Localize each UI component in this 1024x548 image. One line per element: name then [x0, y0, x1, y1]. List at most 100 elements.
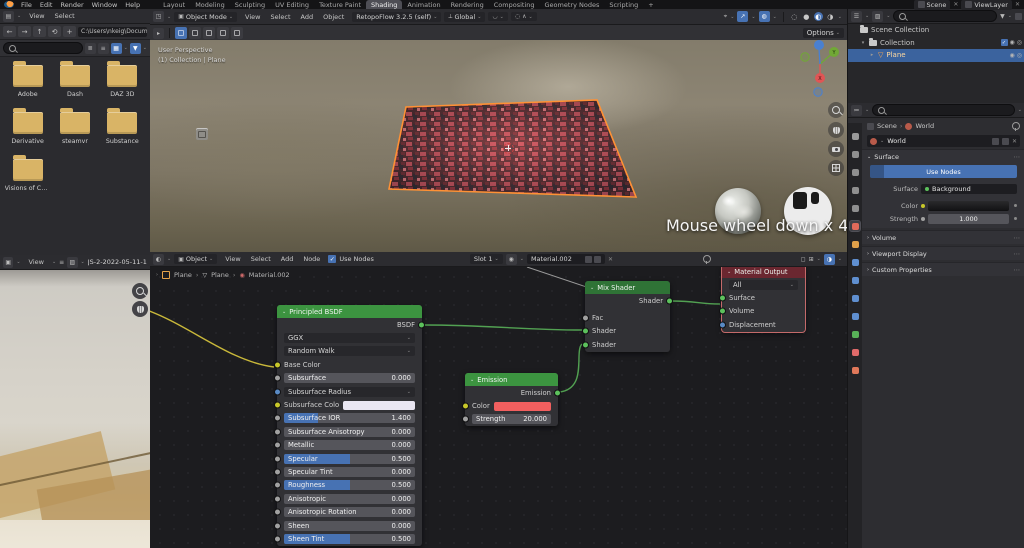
workspace-tab[interactable]: Shading	[366, 0, 402, 9]
node-input-row[interactable]: Anisotropic Rotation0.000	[277, 505, 422, 518]
breadcrumb-scene[interactable]: Scene	[877, 122, 897, 130]
editor-type-icon[interactable]: ▤	[3, 11, 14, 22]
editor-type-icon[interactable]: ◳	[153, 11, 164, 22]
proportional-editing-selector[interactable]: ◌∧⌄	[511, 12, 537, 21]
refresh-button[interactable]: ⟲	[48, 26, 61, 37]
node-value-slider[interactable]: Subsurface Anisotropy0.000	[284, 427, 415, 437]
filter-settings-chevron[interactable]: ⌄	[143, 45, 147, 51]
node-dropdown[interactable]: GGX⌄	[284, 333, 415, 343]
image-name[interactable]: JS-2-2022-05-11-15	[88, 258, 147, 266]
workspace-tab[interactable]: Animation	[402, 0, 445, 9]
workspace-tab[interactable]: Layout	[158, 0, 190, 9]
select-box-tool[interactable]	[175, 27, 187, 39]
workspace-tab[interactable]: UV Editing	[270, 0, 314, 9]
input-socket[interactable]	[274, 495, 281, 502]
image-canvas[interactable]	[0, 270, 150, 548]
collapsed-panel-header[interactable]: ›Volume⋯	[862, 231, 1024, 244]
input-socket[interactable]	[274, 428, 281, 435]
node-input-row[interactable]: Anisotropic0.000	[277, 492, 422, 505]
editor-type-icon[interactable]: ◐	[153, 254, 164, 265]
input-socket[interactable]	[719, 321, 726, 328]
input-socket[interactable]	[462, 403, 469, 410]
unlink-icon[interactable]: ✕	[1012, 138, 1017, 145]
workspace-tab[interactable]: Rendering	[446, 0, 489, 9]
display-vertical-list-icon[interactable]: ≣	[85, 43, 96, 54]
color-swatch[interactable]	[343, 401, 415, 410]
input-socket[interactable]	[462, 416, 469, 423]
node-principled-bsdf[interactable]: ⌄Principled BSDF BSDF GGX⌄ Rando	[277, 305, 422, 546]
node-value-slider[interactable]: Subsurface IOR1.400	[284, 413, 415, 423]
node-input-row[interactable]: Sheen Tint0.500	[277, 532, 422, 545]
outliner-row[interactable]: ▾ Collection ✓ ◉ ◎	[848, 37, 1024, 50]
properties-tab[interactable]	[850, 239, 860, 249]
node-input-row[interactable]: Displacement	[722, 318, 805, 331]
node-value-slider[interactable]: Strength20.000	[472, 414, 551, 424]
snapping-icon[interactable]: ◻	[801, 256, 806, 263]
pan-button[interactable]	[828, 122, 844, 138]
workspace-tab[interactable]: Geometry Nodes	[540, 0, 605, 9]
world-datablock-field[interactable]: ⌄ World ✕	[867, 135, 1020, 147]
material-slot-selector[interactable]: Slot 1⌄	[470, 254, 503, 264]
node-header[interactable]: ⌄Mix Shader	[585, 281, 670, 294]
input-socket[interactable]	[719, 308, 726, 315]
shader-editor-menu[interactable]: Node	[298, 255, 325, 263]
viewport-menu[interactable]: Select	[265, 13, 295, 21]
properties-tab[interactable]	[850, 275, 860, 285]
node-header[interactable]: ⌄Emission	[465, 373, 558, 386]
node-value-slider[interactable]: Anisotropic0.000	[284, 494, 415, 504]
workspace-tab[interactable]: Sculpting	[230, 0, 270, 9]
select-tool-variant[interactable]	[189, 27, 201, 39]
outliner-search-input[interactable]	[893, 10, 997, 22]
node-color-row[interactable]: Color	[472, 402, 551, 411]
properties-tab[interactable]	[850, 149, 860, 159]
new-folder-button[interactable]: +	[63, 26, 76, 37]
node-material-output[interactable]: ⌄Material Output All⌄ Surface Volume Dis…	[722, 267, 805, 332]
shader-output-socket[interactable]	[666, 297, 673, 304]
filter-icon[interactable]: ▼	[1000, 13, 1005, 20]
material-icon[interactable]: ◉	[506, 254, 517, 265]
scene-selector[interactable]: Scene	[914, 0, 951, 10]
zoom-region-button[interactable]	[132, 283, 148, 299]
snapping-selector[interactable]: ◡⌄	[488, 12, 507, 21]
node-dropdown[interactable]: Subsurface Radius⌄	[284, 387, 415, 397]
hide-eye-icon[interactable]: ◉	[1010, 52, 1015, 59]
node-value-slider[interactable]: Anisotropic Rotation0.000	[284, 507, 415, 517]
display-mode-icon[interactable]: ▨	[872, 11, 883, 22]
fake-user-shield-icon[interactable]	[585, 256, 592, 263]
bsdf-output-socket[interactable]	[418, 321, 425, 328]
input-socket[interactable]	[274, 535, 281, 542]
input-socket[interactable]	[274, 482, 281, 489]
path-field[interactable]: C:\Users\nkeig\Docum...	[78, 27, 147, 37]
input-socket[interactable]	[274, 375, 281, 382]
pan-region-button[interactable]	[132, 301, 148, 317]
shading-wireframe-icon[interactable]: ◌	[790, 12, 799, 21]
node-input-row[interactable]: Sheen0.000	[277, 519, 422, 532]
node-canvas[interactable]: › Plane› ▽ Plane› ◉ Material.002 ⌄Princi…	[150, 267, 847, 548]
mode-selector[interactable]: ▣Object Mode⌄	[174, 12, 237, 22]
properties-tab[interactable]	[850, 293, 860, 303]
properties-tab[interactable]	[850, 167, 860, 177]
shading-material-preview-icon[interactable]: ◐	[814, 12, 823, 21]
node-input-row[interactable]: Subsurface Anisotropy0.000	[277, 425, 422, 438]
node-input-row[interactable]: Roughness0.500	[277, 479, 422, 492]
copy-icon[interactable]	[1002, 138, 1009, 145]
options-dropdown[interactable]: Options⌄	[803, 28, 844, 38]
node-value-slider[interactable]: Subsurface0.000	[284, 373, 415, 383]
use-nodes-checkbox[interactable]: ✓	[328, 255, 336, 263]
image-datablock-icon[interactable]: ▨	[67, 257, 77, 268]
shader-editor-menu[interactable]: View	[220, 255, 245, 263]
node-value-slider[interactable]: Specular0.500	[284, 454, 415, 464]
input-socket[interactable]	[582, 315, 589, 322]
node-input-row[interactable]: Base Color	[277, 358, 422, 371]
node-header[interactable]: ⌄Material Output	[722, 267, 805, 278]
viewport-canvas[interactable]: User Perspective (1) Collection | Plane	[150, 40, 847, 252]
input-socket[interactable]	[274, 455, 281, 462]
pin-icon[interactable]	[1012, 122, 1020, 130]
folder-item[interactable]: DAZ 3D	[99, 65, 146, 98]
node-input-row[interactable]: Subsurface Radius⌄	[277, 385, 422, 398]
topbar-menu[interactable]: Render	[56, 1, 87, 9]
outliner-row[interactable]: Scene Collection	[848, 24, 1024, 37]
node-value-slider[interactable]: Specular Tint0.000	[284, 467, 415, 477]
node-input-row[interactable]: GGX⌄	[277, 331, 422, 344]
editor-type-icon[interactable]: ▣	[3, 257, 13, 268]
